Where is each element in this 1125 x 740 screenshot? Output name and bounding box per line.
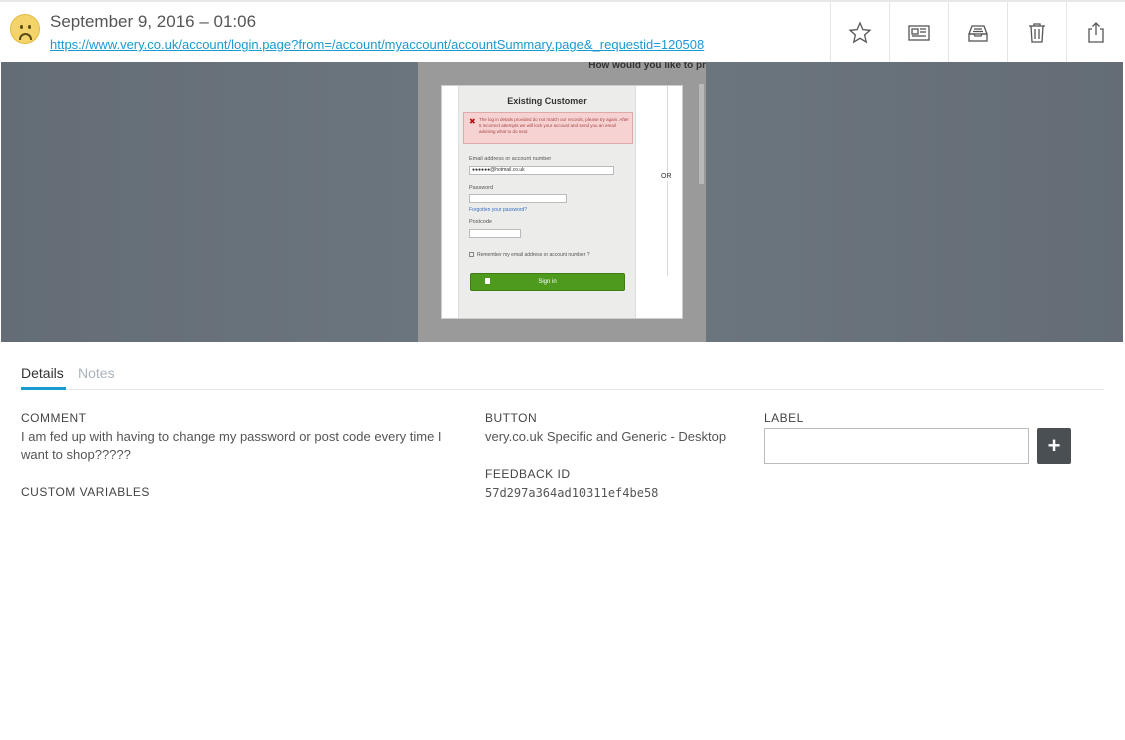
captured-divider [667,86,668,276]
feedback-header: September 9, 2016 – 01:06 https://www.ve… [0,0,1125,64]
feedback-id-label: FEEDBACK ID [485,467,571,481]
lock-icon [485,278,490,284]
plus-icon: + [1047,433,1061,458]
newspaper-icon [908,25,930,41]
captured-or-label: OR [661,172,672,181]
button-value: very.co.uk Specific and Generic - Deskto… [485,429,727,444]
captured-form-panel: Existing Customer ✖ The log in details p… [458,86,636,318]
captured-email-label: Email address or account number [469,156,552,162]
feedback-date-title: September 9, 2016 – 01:06 [50,12,257,31]
archive-tray-icon [968,25,988,42]
comment-value: I am fed up with having to change my pas… [21,429,442,462]
captured-page-image: How would you like to pr Existing Custom… [418,62,706,342]
captured-form-title: Existing Customer [507,96,587,106]
share-button[interactable] [1066,2,1125,64]
archive-button[interactable] [948,2,1007,64]
captured-heading: How would you like to pr [588,62,706,71]
sad-face-icon [10,14,40,44]
comment-label: COMMENT [21,411,87,425]
captured-password-label: Password [469,185,494,191]
captured-error-box: ✖ The log in details provided do not mat… [463,112,633,144]
captured-email-input: ●●●●●●@hotmail.co.uk [469,166,614,175]
active-tab-indicator [21,387,66,390]
star-icon [848,21,872,44]
captured-remember-checkbox: Remember my email address or account num… [469,252,590,258]
captured-password-input [469,194,567,203]
newspaper-button[interactable] [889,2,948,64]
empty-area [0,507,1125,740]
delete-button[interactable] [1007,2,1066,64]
captured-error-text: The log in details provided do not match… [479,117,629,134]
captured-forgot-link: Forgotten your password? [469,207,528,213]
captured-login-modal: Existing Customer ✖ The log in details p… [441,85,683,319]
tab-details[interactable]: Details [21,365,64,381]
details-tabs: Details Notes [21,362,1104,390]
button-label: BUTTON [485,411,538,425]
captured-postcode-label: Postcode [469,219,492,225]
tab-notes[interactable]: Notes [78,365,115,381]
feedback-page-url[interactable]: https://www.very.co.uk/account/login.pag… [50,37,704,52]
add-label-button[interactable]: + [1037,428,1071,464]
captured-scrollbar [699,84,704,184]
feedback-id-value: 57d297a364ad10311ef4be58 [485,486,659,500]
captured-postcode-input [469,229,521,238]
error-x-icon: ✖ [469,117,476,126]
screenshot-preview[interactable]: How would you like to pr Existing Custom… [1,62,1123,342]
custom-variables-label: CUSTOM VARIABLES [21,485,150,499]
star-button[interactable] [830,2,889,64]
toolbar [830,2,1125,64]
trash-icon [1029,23,1045,43]
label-label: LABEL [764,411,804,425]
label-input[interactable] [764,428,1029,464]
share-icon [1088,22,1104,43]
captured-signin-button: Sign in [470,273,625,291]
